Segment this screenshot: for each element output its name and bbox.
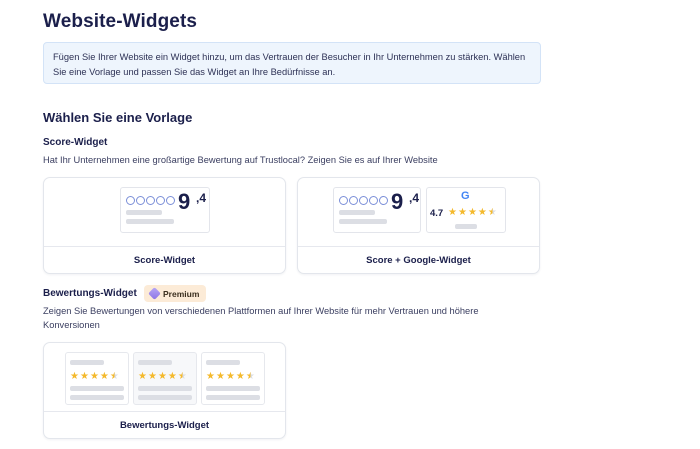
placeholder-bar bbox=[339, 210, 375, 215]
star-icon: ★ bbox=[487, 207, 497, 218]
star-icon: ★ bbox=[448, 207, 457, 218]
placeholder-bar bbox=[339, 219, 387, 224]
score-preview-box: 9 ,4 bbox=[333, 187, 421, 233]
premium-badge-label: Premium bbox=[163, 288, 200, 299]
google-stars: ★ ★ ★ ★ ★ bbox=[448, 208, 497, 218]
score-preview-box: 9 ,4 bbox=[120, 187, 210, 233]
star-icon: ★ bbox=[70, 371, 79, 382]
placeholder-bar bbox=[138, 395, 192, 400]
star-icon: ★ bbox=[99, 371, 109, 382]
score-google-widget-label: Score + Google-Widget bbox=[298, 246, 539, 273]
placeholder-bar bbox=[126, 210, 162, 215]
info-box: Fügen Sie Ihrer Website ein Widget hinzu… bbox=[43, 42, 541, 84]
placeholder-bar bbox=[126, 219, 174, 224]
review-stars: ★ ★ ★ ★ ★ bbox=[138, 372, 187, 382]
score-google-preview: 9 ,4 G 4.7 ★ ★ ★ ★ ★ bbox=[298, 178, 539, 246]
review-widget-card[interactable]: ★ ★ ★ ★ ★ ★ ★ ★ ★ ★ ★ ★ ★ ★ ★ Bewertungs-Widget bbox=[43, 342, 286, 439]
star-icon: ★ bbox=[138, 371, 147, 382]
star-icon: ★ bbox=[467, 207, 477, 218]
placeholder-bar bbox=[206, 386, 260, 391]
score-value: 9 bbox=[391, 189, 404, 214]
premium-gem-icon bbox=[148, 287, 161, 300]
score-decimal: ,4 bbox=[409, 191, 420, 205]
section-title: Wählen Sie eine Vorlage bbox=[43, 110, 193, 125]
star-icon: ★ bbox=[167, 371, 177, 382]
page-title: Website-Widgets bbox=[43, 11, 198, 32]
placeholder-bar bbox=[70, 395, 124, 400]
placeholder-bar bbox=[206, 360, 240, 365]
score-widget-card[interactable]: 9 ,4 Score-Widget bbox=[43, 177, 286, 274]
review-stars: ★ ★ ★ ★ ★ bbox=[206, 372, 255, 382]
placeholder-bar bbox=[70, 386, 124, 391]
placeholder-bar bbox=[206, 395, 260, 400]
trustlocal-rings-icon bbox=[126, 196, 175, 205]
review-preview-box: ★ ★ ★ ★ ★ bbox=[133, 352, 197, 405]
trustlocal-rings-icon bbox=[339, 196, 388, 205]
score-widget-preview: 9 ,4 bbox=[44, 178, 285, 246]
review-widget-label: Bewertungs-Widget bbox=[44, 411, 285, 438]
star-icon: ★ bbox=[225, 371, 235, 382]
star-icon: ★ bbox=[147, 371, 157, 382]
star-icon: ★ bbox=[245, 371, 255, 382]
google-preview-box: G 4.7 ★ ★ ★ ★ ★ bbox=[426, 187, 506, 233]
google-rating: 4.7 bbox=[430, 208, 444, 219]
star-icon: ★ bbox=[457, 207, 467, 218]
placeholder-bar bbox=[138, 386, 192, 391]
star-icon: ★ bbox=[89, 371, 99, 382]
score-value: 9 bbox=[178, 189, 191, 214]
star-icon: ★ bbox=[177, 371, 187, 382]
star-icon: ★ bbox=[157, 371, 167, 382]
review-preview-box: ★ ★ ★ ★ ★ bbox=[201, 352, 265, 405]
score-widget-title: Score-Widget bbox=[43, 137, 108, 148]
placeholder-bar bbox=[455, 224, 477, 229]
google-logo-icon: G bbox=[461, 190, 470, 202]
score-widget-description: Hat Ihr Unternehmen eine großartige Bewe… bbox=[43, 155, 438, 165]
star-icon: ★ bbox=[206, 371, 215, 382]
placeholder-bar bbox=[70, 360, 104, 365]
score-google-widget-card[interactable]: 9 ,4 G 4.7 ★ ★ ★ ★ ★ Score + Google-Widget bbox=[297, 177, 540, 274]
star-icon: ★ bbox=[477, 207, 487, 218]
premium-badge: Premium bbox=[144, 285, 207, 302]
review-widget-description: Zeigen Sie Bewertungen von verschiedenen… bbox=[43, 306, 479, 330]
placeholder-bar bbox=[138, 360, 172, 365]
review-widget-preview: ★ ★ ★ ★ ★ ★ ★ ★ ★ ★ ★ ★ ★ ★ ★ bbox=[44, 343, 285, 411]
star-icon: ★ bbox=[109, 371, 119, 382]
review-widget-title: Bewertungs-Widget bbox=[43, 288, 137, 299]
review-stars: ★ ★ ★ ★ ★ bbox=[70, 372, 119, 382]
review-preview-box: ★ ★ ★ ★ ★ bbox=[65, 352, 129, 405]
score-widget-label: Score-Widget bbox=[44, 246, 285, 273]
star-icon: ★ bbox=[235, 371, 245, 382]
star-icon: ★ bbox=[215, 371, 225, 382]
score-decimal: ,4 bbox=[196, 191, 207, 205]
star-icon: ★ bbox=[79, 371, 89, 382]
